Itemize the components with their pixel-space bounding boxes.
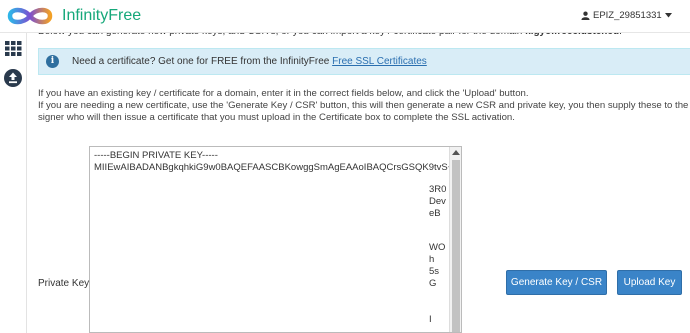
private-key-textarea[interactable]: -----BEGIN PRIVATE KEY----- MIIEwAIBADAN… <box>89 146 462 333</box>
key-line-1: -----BEGIN PRIVATE KEY----- <box>94 150 218 161</box>
instructions-line-3: signer who will then issue a certificate… <box>38 112 515 123</box>
key-fragment: G <box>429 278 437 289</box>
private-key-label: Private Key <box>38 278 90 289</box>
brand-name[interactable]: InfinityFree <box>62 7 141 25</box>
caret-down-icon <box>664 13 672 18</box>
instructions-line-2: If you are needing a new certificate, us… <box>38 100 690 111</box>
grid-icon <box>4 40 21 56</box>
free-ssl-link[interactable]: Free SSL Certificates <box>332 56 427 67</box>
info-icon: i <box>46 55 59 68</box>
top-navbar: InfinityFree EPIZ_29851331 <box>0 0 690 33</box>
upload-nav-button[interactable] <box>3 68 23 88</box>
key-fragment: Dev <box>429 196 446 207</box>
sidebar <box>0 33 27 333</box>
key-line-2: MIIEwAIBADANBgkqhkiG9w0BAQEFAASCBKowggSm… <box>94 162 462 173</box>
upload-key-button[interactable]: Upload Key <box>617 270 682 295</box>
instructions-line-1: If you have an existing key / certificat… <box>38 88 529 99</box>
scrollbar-thumb[interactable] <box>452 160 460 332</box>
alert-message: Need a certificate? Get one for FREE fro… <box>72 56 333 67</box>
key-fragment: 3R0 <box>429 184 447 195</box>
user-icon <box>581 11 590 20</box>
textarea-scrollbar[interactable] <box>449 147 461 332</box>
key-fragment: h <box>429 254 435 265</box>
upload-icon <box>4 69 22 87</box>
key-fragment: I <box>429 314 432 325</box>
infinity-logo-icon[interactable] <box>4 5 56 27</box>
generate-key-csr-button[interactable]: Generate Key / CSR <box>506 270 607 295</box>
alert-text: Need a certificate? Get one for FREE fro… <box>72 56 427 67</box>
apps-button[interactable] <box>3 38 23 58</box>
key-fragment: 5s <box>429 266 440 277</box>
user-menu[interactable]: EPIZ_29851331 <box>581 10 672 21</box>
username: EPIZ_29851331 <box>593 10 662 21</box>
key-fragment: eB <box>429 208 441 219</box>
scroll-up-arrow-icon[interactable] <box>452 150 460 155</box>
ssl-info-alert: i Need a certificate? Get one for FREE f… <box>38 48 690 75</box>
key-fragment: WO <box>429 242 446 253</box>
